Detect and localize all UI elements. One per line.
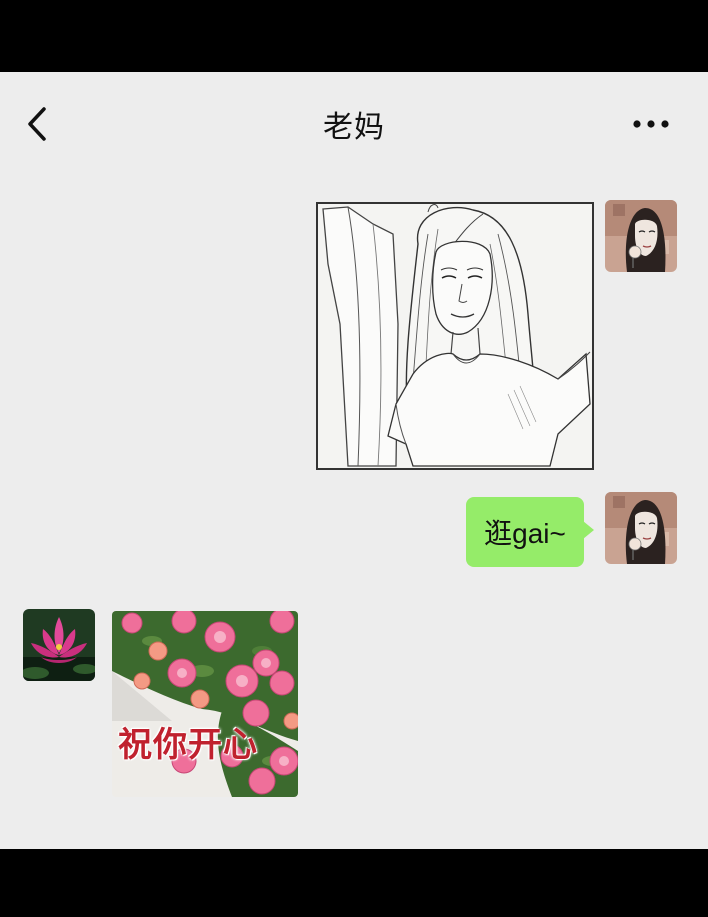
sketch-portrait-image: [322, 204, 591, 467]
my-avatar[interactable]: [605, 200, 677, 272]
text-message-bubble[interactable]: 逛gai~: [466, 497, 594, 567]
avatar-girl-sketch-icon: [605, 200, 677, 272]
lotus-flower-icon: [23, 609, 95, 681]
sketch-image-message[interactable]: [316, 202, 594, 470]
message-text: 逛gai~: [484, 518, 566, 549]
pink-roses-image: [112, 611, 298, 797]
sticker-caption: 祝你开心: [118, 726, 258, 764]
more-dots-icon: [633, 120, 669, 128]
chat-title: 老妈: [323, 111, 385, 144]
more-button[interactable]: [626, 108, 676, 138]
roses-sticker-message[interactable]: 祝你开心: [112, 611, 298, 797]
my-avatar[interactable]: [605, 492, 677, 564]
mom-avatar[interactable]: [23, 609, 95, 681]
avatar-girl-sketch-icon: [605, 492, 677, 564]
nav-bar: 老妈: [0, 72, 708, 176]
chat-screen: 老妈 逛gai~ 祝你开心: [0, 72, 708, 849]
